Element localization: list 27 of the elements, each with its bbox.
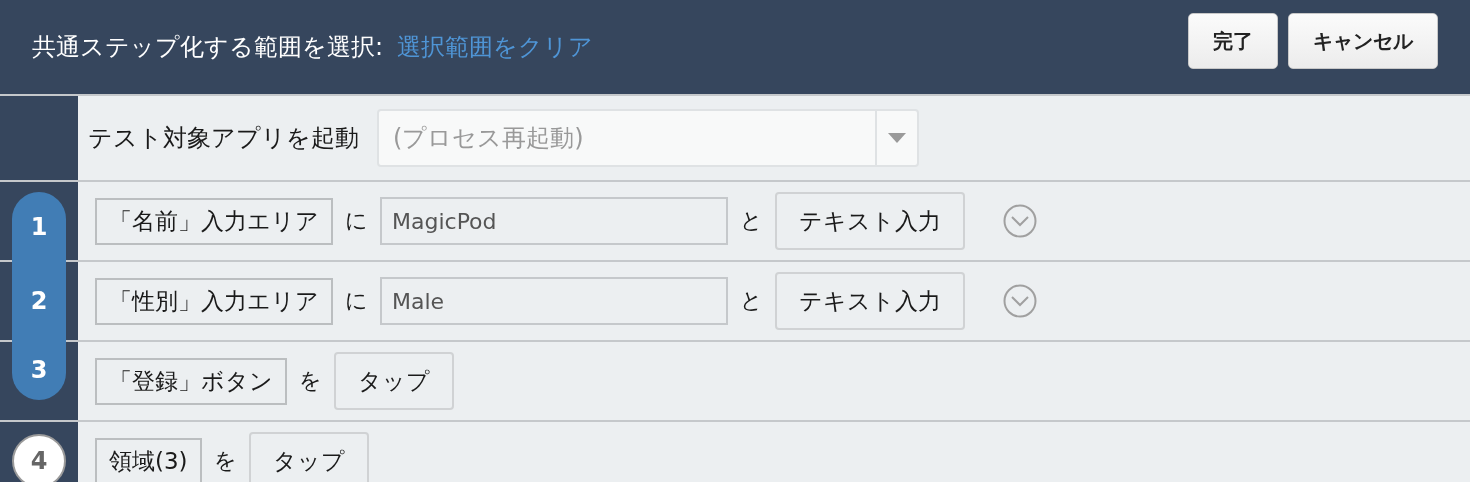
step-label: テスト対象アプリを起動: [88, 123, 359, 154]
action-chip[interactable]: テキスト入力: [775, 192, 965, 250]
particle-text: に: [345, 287, 368, 315]
particle-text: と: [740, 287, 763, 315]
particle-text: を: [299, 367, 322, 395]
element-chip[interactable]: 「名前」入力エリア: [95, 197, 333, 245]
step-number[interactable]: 4: [12, 434, 66, 482]
element-chip[interactable]: 「登録」ボタン: [95, 357, 287, 405]
step-number[interactable]: 1: [12, 192, 66, 262]
value-field[interactable]: Male: [380, 277, 728, 325]
action-chip[interactable]: テキスト入力: [775, 272, 965, 330]
header-button[interactable]: 完了: [1188, 13, 1278, 69]
chevron-down-icon[interactable]: [1003, 284, 1037, 318]
step-number[interactable]: 2: [12, 260, 66, 342]
particle-text: に: [345, 207, 368, 235]
step-number[interactable]: 3: [12, 340, 66, 400]
header-button[interactable]: キャンセル: [1288, 13, 1438, 69]
value-field[interactable]: MagicPod: [380, 197, 728, 245]
element-chip[interactable]: 「性別」入力エリア: [95, 277, 333, 325]
caret-icon: [888, 133, 906, 143]
element-chip[interactable]: 領域(3): [95, 437, 202, 482]
particle-text: を: [213, 447, 237, 475]
particle-text: と: [740, 207, 763, 235]
header-title: 共通ステップ化する範囲を選択:: [32, 32, 384, 63]
action-chip[interactable]: タップ: [334, 352, 454, 410]
chevron-down-icon[interactable]: [1003, 204, 1037, 238]
action-chip[interactable]: タップ: [248, 432, 369, 482]
